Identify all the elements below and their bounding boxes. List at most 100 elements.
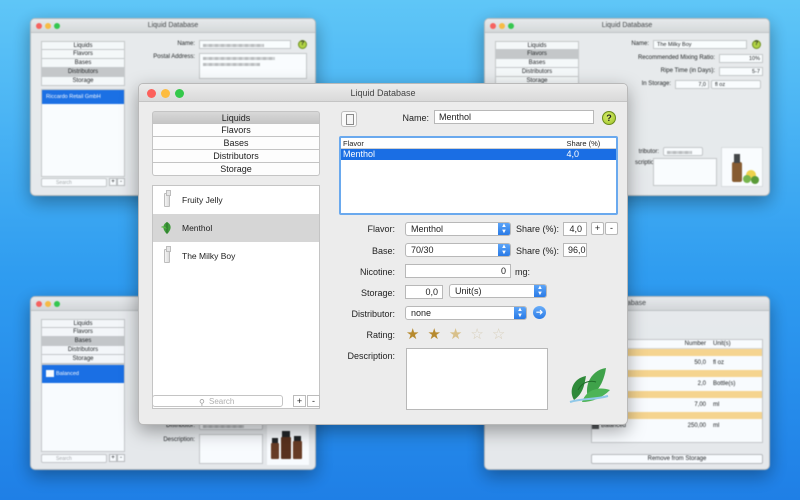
zoom-icon[interactable] xyxy=(54,301,60,307)
star-empty-icon[interactable]: ☆ xyxy=(470,327,483,342)
add-flavor-button[interactable]: + xyxy=(591,222,604,235)
name-field[interactable]: Menthol xyxy=(434,110,594,124)
bg-base-row[interactable]: Balanced xyxy=(42,365,124,383)
flavor-popup[interactable]: Menthol ▲ ▼ xyxy=(405,222,511,236)
bg-distributor-row[interactable]: Riccardo Retail GmbH xyxy=(42,90,124,104)
flavor-table[interactable]: Flavor Share (%) Menthol 4,0 xyxy=(339,136,618,215)
bg-section-storage[interactable]: Storage xyxy=(41,77,125,86)
bg-name-label: Name: xyxy=(631,41,649,47)
bg-section-liquids[interactable]: Liquids xyxy=(41,41,125,50)
zoom-icon[interactable] xyxy=(54,23,60,29)
arrow-right-icon[interactable]: ➜ xyxy=(533,306,546,319)
section-bases[interactable]: Bases xyxy=(152,137,320,150)
bg-search-input[interactable]: Search xyxy=(41,454,107,463)
bg-search-input[interactable]: Search xyxy=(41,178,107,187)
close-icon[interactable] xyxy=(490,23,496,29)
base-share-label: Share (%): xyxy=(515,246,559,256)
section-selector[interactable]: Liquids Flavors Bases Distributors Stora… xyxy=(152,111,320,176)
storage-unit-popup[interactable]: Unit(s) ▲ ▼ xyxy=(449,284,547,298)
bg-section-bases[interactable]: Bases xyxy=(41,59,125,68)
list-item[interactable]: Fruity Jelly xyxy=(153,186,319,214)
bg-distributor-popup[interactable] xyxy=(663,147,703,156)
help-icon[interactable]: ? xyxy=(298,40,307,49)
bg-storage-field[interactable]: 7,0 xyxy=(675,80,709,89)
bg-section-flavors[interactable]: Flavors xyxy=(41,328,125,337)
share-column-header[interactable]: Share (%) xyxy=(567,138,616,148)
star-icon[interactable]: ★ xyxy=(427,327,440,342)
section-flavors[interactable]: Flavors xyxy=(152,124,320,137)
zoom-icon[interactable] xyxy=(508,23,514,29)
bg-remove-button[interactable]: - xyxy=(117,178,125,186)
list-item[interactable]: The Milky Boy xyxy=(153,242,319,270)
minimize-icon[interactable] xyxy=(45,23,51,29)
flavor-bottle-picture xyxy=(721,147,763,187)
bg-distributor-list[interactable]: Riccardo Retail GmbH xyxy=(41,89,125,177)
liquid-list[interactable]: Fruity Jelly Menthol The Milky Boy xyxy=(152,185,320,409)
bg-description-field[interactable] xyxy=(199,434,263,464)
description-field[interactable] xyxy=(406,348,548,410)
flavor-table-header: Flavor Share (%) xyxy=(341,138,616,149)
bg-section-flavors[interactable]: Flavors xyxy=(41,50,125,59)
bg-section-distributors[interactable]: Distributors xyxy=(41,68,125,77)
list-item[interactable]: Menthol xyxy=(153,214,319,242)
star-empty-icon[interactable]: ☆ xyxy=(492,327,505,342)
bg-section-bases[interactable]: Bases xyxy=(495,59,579,68)
bg-mixing-field[interactable]: 10% xyxy=(719,54,763,63)
bg-section-storage[interactable]: Storage xyxy=(41,355,125,364)
list-item-label: Menthol xyxy=(182,223,213,233)
bg-address-field[interactable] xyxy=(199,53,307,79)
bg-name-field[interactable]: The Milky Boy xyxy=(653,40,747,49)
base-share-field[interactable]: 96,0 xyxy=(563,243,587,257)
bg-name-field[interactable] xyxy=(199,40,291,49)
mint-leaves-picture[interactable] xyxy=(564,360,614,406)
bg-section-liquids[interactable]: Liquids xyxy=(41,319,125,328)
bg-base-list[interactable]: Balanced xyxy=(41,364,125,452)
add-button[interactable]: + xyxy=(293,395,306,407)
close-icon[interactable] xyxy=(36,301,42,307)
remove-flavor-button[interactable]: - xyxy=(605,222,618,235)
bg-ripe-field[interactable]: 5-7 xyxy=(719,67,763,76)
bg-remove-button[interactable]: - xyxy=(117,454,125,462)
bg-add-button[interactable]: + xyxy=(109,178,117,186)
flavor-share-field[interactable]: 4,0 xyxy=(563,222,587,236)
distributor-popup[interactable]: none ▲ ▼ xyxy=(405,306,527,320)
zoom-icon[interactable] xyxy=(175,89,184,98)
base-popup[interactable]: 70/30 ▲ ▼ xyxy=(405,243,511,257)
bg-section-distributors[interactable]: Distributors xyxy=(41,346,125,355)
description-label: Description: xyxy=(347,351,395,361)
bg-description-field[interactable] xyxy=(653,158,717,186)
minimize-icon[interactable] xyxy=(499,23,505,29)
search-icon: ⚲ xyxy=(199,398,205,407)
remove-from-storage-button[interactable]: Remove from Storage xyxy=(591,454,763,464)
clipboard-icon[interactable] xyxy=(341,111,357,127)
bg-section-liquids[interactable]: Liquids xyxy=(495,41,579,50)
remove-button[interactable]: - xyxy=(307,395,320,407)
nicotine-field[interactable]: 0 xyxy=(405,264,511,278)
table-row[interactable]: Menthol 4,0 xyxy=(341,149,616,160)
flavor-column-header[interactable]: Flavor xyxy=(343,138,567,148)
help-button[interactable]: ? xyxy=(602,111,616,125)
bg-section-distributors[interactable]: Distributors xyxy=(495,68,579,77)
rating-stars[interactable]: ★ ★ ★ ☆ ☆ xyxy=(406,327,505,342)
section-liquids[interactable]: Liquids xyxy=(152,111,320,124)
star-icon[interactable]: ★ xyxy=(406,327,419,342)
bg-add-button[interactable]: + xyxy=(109,454,117,462)
close-icon[interactable] xyxy=(147,89,156,98)
minimize-icon[interactable] xyxy=(45,301,51,307)
storage-field[interactable]: 0,0 xyxy=(405,285,443,299)
section-distributors[interactable]: Distributors xyxy=(152,150,320,163)
help-icon[interactable]: ? xyxy=(752,40,761,49)
bg-section-bases[interactable]: Bases xyxy=(41,337,125,346)
bg-description-label: Description: xyxy=(163,437,195,443)
minimize-icon[interactable] xyxy=(161,89,170,98)
bg-storage-unit-popup[interactable]: fl oz xyxy=(711,80,761,89)
bg-section-flavors[interactable]: Flavors xyxy=(495,50,579,59)
star-half-icon[interactable]: ★ xyxy=(449,327,462,342)
bg-mixing-label: Recommended Mixing Ratio: xyxy=(637,55,715,61)
bg-section-selector[interactable]: Liquids Flavors Bases Distributors Stora… xyxy=(41,319,125,364)
bg-section-selector[interactable]: Liquids Flavors Bases Distributors Stora… xyxy=(495,41,579,86)
close-icon[interactable] xyxy=(36,23,42,29)
bg-section-selector[interactable]: Liquids Flavors Bases Distributors Stora… xyxy=(41,41,125,86)
section-storage[interactable]: Storage xyxy=(152,163,320,176)
search-input[interactable]: ⚲ Search xyxy=(152,395,283,407)
